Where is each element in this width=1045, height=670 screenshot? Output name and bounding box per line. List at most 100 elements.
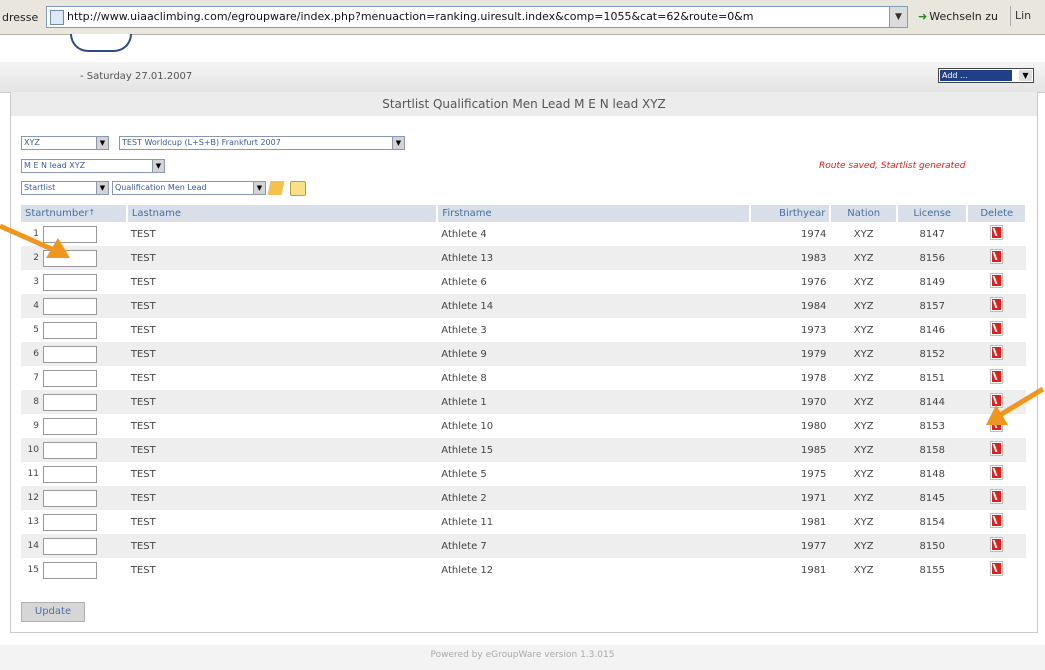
table-row: 11 TEST Athlete 5 1975 XYZ 8148 <box>21 462 1026 486</box>
cell-firstname: Athlete 13 <box>437 246 750 270</box>
go-button[interactable]: ➜ Wechseln zu <box>918 10 998 23</box>
cell-startnumber: 9 <box>21 414 127 438</box>
startnumber-wrap: 9 <box>25 417 123 435</box>
table-row: 5 TEST Athlete 3 1973 XYZ 8146 <box>21 318 1026 342</box>
list-type-select[interactable]: Startlist ▼ <box>21 181 109 195</box>
chevron-down-icon: ▼ <box>392 137 404 149</box>
browser-address-bar: dresse http://www.uiaaclimbing.com/egrou… <box>0 0 1045 35</box>
startnumber-input[interactable] <box>43 441 97 459</box>
delete-icon[interactable] <box>991 442 1003 455</box>
cell-lastname: TEST <box>126 294 438 318</box>
startnumber-input[interactable] <box>43 393 97 411</box>
update-button[interactable]: Update <box>21 602 85 622</box>
delete-icon[interactable] <box>991 346 1003 359</box>
cell-license: 8144 <box>896 390 968 414</box>
cell-firstname: Athlete 8 <box>437 366 750 390</box>
cell-delete <box>967 318 1026 342</box>
delete-icon[interactable] <box>991 250 1003 263</box>
startnumber-input[interactable] <box>43 417 97 435</box>
list-type-select-value: Startlist <box>24 183 56 192</box>
startnumber-wrap: 3 <box>25 273 123 291</box>
startnumber-wrap: 10 <box>25 441 123 459</box>
cell-startnumber: 8 <box>21 390 127 414</box>
url-input[interactable]: http://www.uiaaclimbing.com/egroupware/i… <box>46 6 891 28</box>
startnumber-label: 10 <box>27 445 39 455</box>
cell-license: 8145 <box>896 486 968 510</box>
cell-birthyear: 1978 <box>749 366 831 390</box>
delete-icon[interactable] <box>991 466 1003 479</box>
startnumber-input[interactable] <box>43 273 97 291</box>
cell-firstname: Athlete 7 <box>437 534 750 558</box>
cell-birthyear: 1970 <box>749 390 831 414</box>
header-startnumber[interactable]: Startnumber↑ <box>21 205 128 222</box>
delete-icon[interactable] <box>991 322 1003 335</box>
delete-icon[interactable] <box>991 274 1003 287</box>
startnumber-wrap: 15 <box>25 561 123 579</box>
nation-select[interactable]: XYZ ▼ <box>21 136 109 150</box>
startnumber-input[interactable] <box>43 369 97 387</box>
startnumber-input[interactable] <box>43 513 97 531</box>
cell-firstname: Athlete 12 <box>437 558 750 582</box>
cell-nation: XYZ <box>830 366 897 390</box>
competition-select[interactable]: TEST Worldcup (L+S+B) Frankfurt 2007 ▼ <box>119 136 405 150</box>
cell-delete <box>967 486 1026 510</box>
cell-license: 8147 <box>896 222 968 246</box>
delete-icon[interactable] <box>991 514 1003 527</box>
cell-birthyear: 1975 <box>749 462 831 486</box>
cell-license: 8157 <box>896 294 968 318</box>
delete-icon[interactable] <box>991 562 1003 575</box>
header-startnumber-label: Startnumber <box>25 208 89 219</box>
startnumber-label: 11 <box>27 469 39 479</box>
startnumber-input[interactable] <box>43 297 97 315</box>
header-lastname[interactable]: Lastname <box>126 205 439 222</box>
table-row: 7 TEST Athlete 8 1978 XYZ 8151 <box>21 366 1026 390</box>
links-toolbar[interactable]: Lin <box>1010 6 1045 26</box>
current-date: - Saturday 27.01.2007 <box>80 71 193 82</box>
edit-icon[interactable] <box>267 181 285 195</box>
cell-firstname: Athlete 1 <box>437 390 750 414</box>
startnumber-input[interactable] <box>43 465 97 483</box>
header-birthyear[interactable]: Birthyear <box>749 205 832 222</box>
table-row: 1 TEST Athlete 4 1974 XYZ 8147 <box>21 222 1026 246</box>
startnumber-input[interactable] <box>43 561 97 579</box>
delete-icon[interactable] <box>991 226 1003 239</box>
delete-icon[interactable] <box>991 490 1003 503</box>
header-license[interactable]: License <box>896 205 969 222</box>
startnumber-input[interactable] <box>43 345 97 363</box>
delete-icon[interactable] <box>991 538 1003 551</box>
cell-lastname: TEST <box>126 342 438 366</box>
header-nation[interactable]: Nation <box>830 205 898 222</box>
chevron-down-icon: ▼ <box>1019 70 1032 81</box>
startnumber-label: 4 <box>33 301 39 311</box>
address-label: dresse <box>2 11 39 24</box>
cell-birthyear: 1973 <box>749 318 831 342</box>
new-icon[interactable] <box>290 181 306 196</box>
startnumber-input[interactable] <box>43 537 97 555</box>
cell-birthyear: 1985 <box>749 438 831 462</box>
cell-license: 8148 <box>896 462 968 486</box>
startnumber-input[interactable] <box>43 489 97 507</box>
startlist-panel: Startlist Qualification Men Lead M E N l… <box>10 92 1038 633</box>
table-row: 13 TEST Athlete 11 1981 XYZ 8154 <box>21 510 1026 534</box>
delete-icon[interactable] <box>991 370 1003 383</box>
category-select[interactable]: M E N lead XYZ ▼ <box>21 159 165 173</box>
page-icon <box>50 10 64 25</box>
cell-lastname: TEST <box>126 318 438 342</box>
cell-nation: XYZ <box>830 438 897 462</box>
table-row: 12 TEST Athlete 2 1971 XYZ 8145 <box>21 486 1026 510</box>
cell-startnumber: 11 <box>21 462 127 486</box>
startnumber-input[interactable] <box>43 321 97 339</box>
page-title: Startlist Qualification Men Lead M E N l… <box>11 92 1037 116</box>
route-select[interactable]: Qualification Men Lead ▼ <box>112 181 266 195</box>
url-dropdown-button[interactable]: ▼ <box>889 6 908 28</box>
cell-lastname: TEST <box>126 366 438 390</box>
cell-license: 8149 <box>896 270 968 294</box>
header-delete: Delete <box>967 205 1027 222</box>
header-firstname[interactable]: Firstname <box>437 205 751 222</box>
table-row: 6 TEST Athlete 9 1979 XYZ 8152 <box>21 342 1026 366</box>
delete-icon[interactable] <box>991 298 1003 311</box>
add-select[interactable]: Add ... ▼ <box>938 68 1034 83</box>
startlist-table: Startnumber↑ Lastname Firstname Birthyea… <box>21 205 1027 582</box>
cell-license: 8155 <box>896 558 968 582</box>
chevron-down-icon: ▼ <box>96 137 108 149</box>
